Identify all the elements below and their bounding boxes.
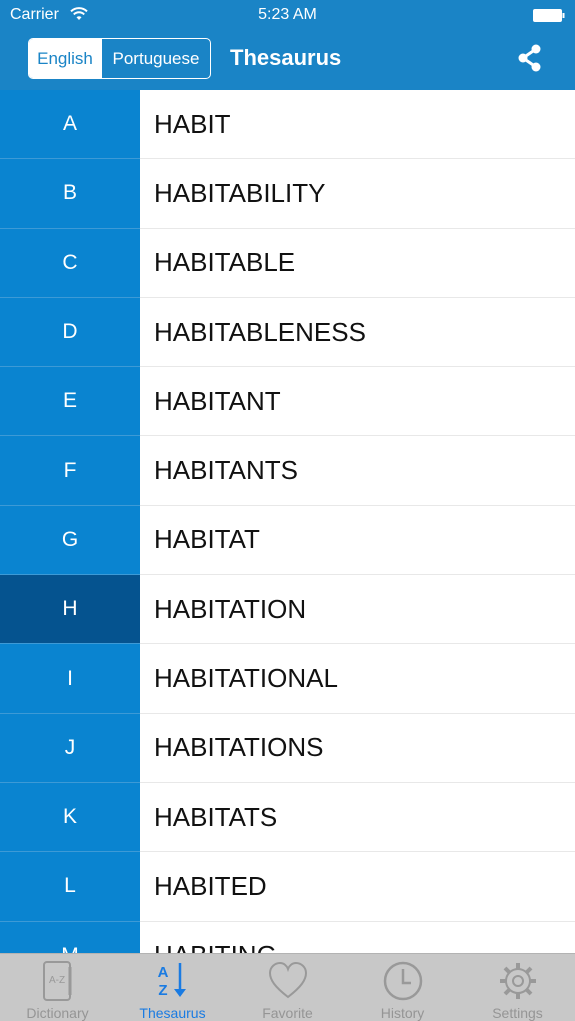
index-letter[interactable]: C [0,229,140,298]
clock-time: 5:23 AM [258,6,317,23]
word-list-item[interactable]: HABITANTS [140,436,575,506]
svg-text:Z: Z [158,982,167,999]
index-letter[interactable]: G [0,506,140,576]
svg-text:A: A [157,964,168,981]
index-letter[interactable]: K [0,783,140,853]
word-list-item[interactable]: HABITANT [140,367,575,437]
tab-settings[interactable]: Settings [460,954,575,1021]
word-list-item[interactable]: HABITAT [140,506,575,576]
word-list-item[interactable]: HABITABLENESS [140,298,575,368]
book-az-icon: A-Z [42,961,71,1001]
battery-icon [533,9,565,22]
share-icon[interactable] [515,43,545,73]
index-letter[interactable]: M [0,922,140,953]
language-option-portuguese[interactable]: Portuguese [101,39,210,78]
index-letter[interactable]: A [0,90,140,160]
index-letter[interactable]: B [0,159,140,229]
navigation-header: Carrier 5:23 AM English Portuguese Thesa… [0,0,575,90]
word-list-item[interactable]: HABITATS [140,783,575,853]
index-letter[interactable]: D [0,298,140,368]
word-list-item[interactable]: HABITATION [140,575,575,645]
tab-label: Thesaurus [139,1005,206,1021]
index-letter[interactable]: F [0,436,140,506]
word-list: HABIT HABITABILITY HABITABLE HABITABLENE… [140,90,575,953]
tab-label: Dictionary [26,1005,89,1021]
alphabet-index: A B C D E F G H I J K L M [0,90,140,953]
word-list-item[interactable]: HABITATIONS [140,714,575,783]
sort-az-icon: A Z [157,963,186,999]
svg-text:A-Z: A-Z [48,975,64,986]
word-list-item[interactable]: HABITABILITY [140,159,575,229]
tab-label: Settings [492,1005,543,1021]
tab-label: Favorite [262,1005,313,1021]
index-letter[interactable]: L [0,852,140,922]
index-letter-selected[interactable]: H [0,575,140,645]
tab-thesaurus[interactable]: A Z Thesaurus [115,954,230,1021]
tab-bar: A-Z Dictionary A Z Thesaurus Favorite Hi… [0,953,575,1021]
page-title: Thesaurus [230,45,342,70]
word-list-item[interactable]: HABITED [140,852,575,922]
word-list-item[interactable]: HABITABLE [140,229,575,298]
index-letter[interactable]: J [0,714,140,783]
index-letter[interactable]: E [0,367,140,437]
tab-dictionary[interactable]: A-Z Dictionary [0,954,115,1021]
index-letter[interactable]: I [0,644,140,714]
tab-favorite[interactable]: Favorite [230,954,345,1021]
word-list-item[interactable]: HABITING [140,922,575,953]
heart-icon [268,961,307,999]
gear-icon [499,963,536,999]
word-list-item[interactable]: HABIT [140,90,575,160]
status-bar: Carrier 5:23 AM [0,0,575,30]
tab-label: History [380,1005,425,1021]
tab-history[interactable]: History [345,954,460,1021]
language-toggle[interactable]: English Portuguese [28,38,211,79]
clock-icon [383,961,422,1001]
word-list-item[interactable]: HABITATIONAL [140,644,575,714]
language-option-english[interactable]: English [29,39,101,78]
